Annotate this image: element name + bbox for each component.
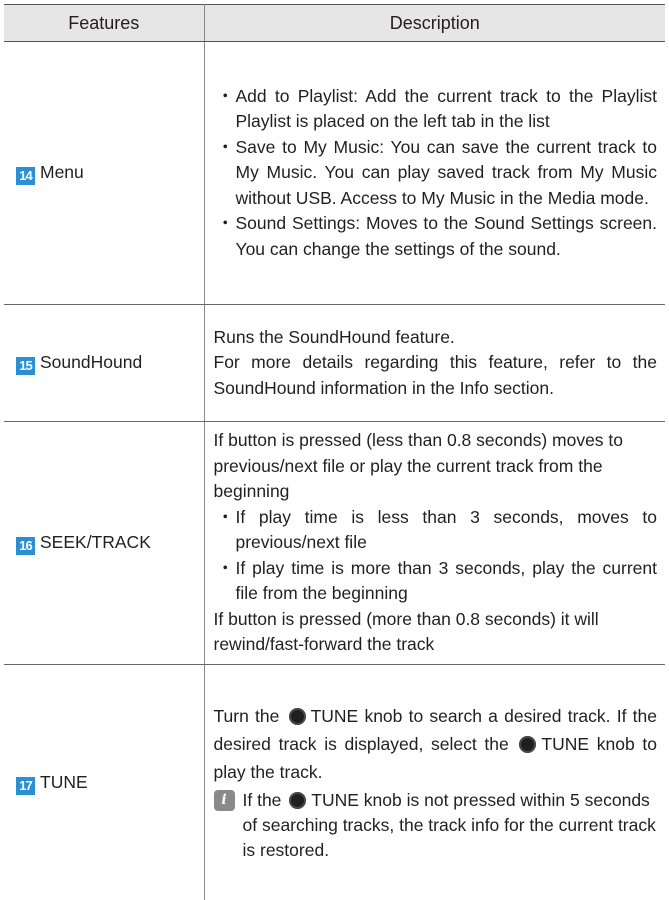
feature-cell: 14 Menu — [4, 41, 205, 305]
description-line: For more details regarding this feature,… — [213, 352, 658, 398]
info-icon: i — [213, 789, 235, 811]
bullet: ・ — [216, 136, 235, 157]
table-row: 15 SoundHound Runs the SoundHound feature… — [4, 304, 665, 422]
list-item: ・ Sound Settings: Moves to the Sound Sett… — [214, 211, 658, 262]
header-description: Description — [204, 4, 665, 42]
header-features: Features — [4, 4, 205, 42]
feature-label: TUNE — [40, 771, 88, 792]
feature-number-badge: 16 — [16, 537, 35, 555]
bullet-text: Save to My Music: You can save the curre… — [235, 136, 658, 208]
bullet-text: Add to Playlist: Add the current track t… — [235, 85, 658, 132]
bullet: ・ — [216, 557, 235, 578]
description-cell: If button is pressed (less than 0.8 seco… — [204, 421, 665, 665]
list-item: ・ If play time is more than 3 seconds, pl… — [214, 556, 658, 607]
tune-knob-icon — [288, 707, 306, 725]
bullet-text: If play time is less than 3 seconds, mov… — [235, 506, 658, 553]
bullet-text: If play time is more than 3 seconds, pla… — [235, 557, 658, 604]
bullet: ・ — [216, 213, 235, 234]
feature-number-badge: 14 — [16, 167, 35, 186]
description-cell: Runs the SoundHound feature. For more de… — [204, 304, 665, 422]
list-item: ・ Save to My Music: You can save the curr… — [214, 135, 658, 212]
bullet: ・ — [216, 506, 235, 527]
feature-number-badge: 17 — [16, 776, 35, 795]
bullet-text: Sound Settings: Moves to the Sound Setti… — [235, 213, 658, 259]
note-text: If the TUNE knob is not pressed within 5… — [243, 788, 658, 863]
features-table: Features Description 14 Menu ・ Add to Play… — [4, 4, 665, 900]
header-row: Features Description — [4, 4, 665, 42]
feature-cell: 16 SEEK/TRACK — [4, 421, 205, 665]
table-row: 17 TUNE Turn the TUNE knob to search a de… — [4, 664, 665, 900]
tune-knob-icon — [519, 735, 537, 753]
description-cell: Turn the TUNE knob to search a desired t… — [204, 664, 665, 900]
text-span: Turn the — [213, 705, 280, 726]
table-row: 16 SEEK/TRACK If button is pressed (less … — [4, 421, 665, 665]
feature-label: SoundHound — [40, 352, 143, 373]
tune-knob-icon — [289, 791, 307, 809]
list-item: ・ Add to Playlist: Add the current track … — [214, 84, 658, 135]
table-row: 14 Menu ・ Add to Playlist: Add the current… — [4, 41, 665, 305]
feature-cell: 17 TUNE — [4, 664, 205, 900]
description-cell: ・ Add to Playlist: Add the current track … — [204, 41, 665, 305]
feature-cell: 15 SoundHound — [4, 304, 205, 422]
description-intro: If button is pressed (less than 0.8 seco… — [213, 430, 624, 501]
feature-label: Menu — [40, 162, 84, 183]
info-note: i If the TUNE knob is not pressed within… — [213, 788, 658, 863]
description-line: Turn the TUNE knob to search a desired t… — [214, 702, 658, 786]
feature-label: SEEK/TRACK — [40, 532, 151, 552]
description-outro: If button is pressed (more than 0.8 seco… — [213, 608, 599, 655]
description-line: Runs the SoundHound feature. — [213, 326, 455, 347]
list-item: ・ If play time is less than 3 seconds, mo… — [214, 505, 658, 556]
feature-number-badge: 15 — [16, 357, 35, 376]
text-span: If the — [242, 789, 282, 810]
bullet: ・ — [216, 85, 235, 106]
